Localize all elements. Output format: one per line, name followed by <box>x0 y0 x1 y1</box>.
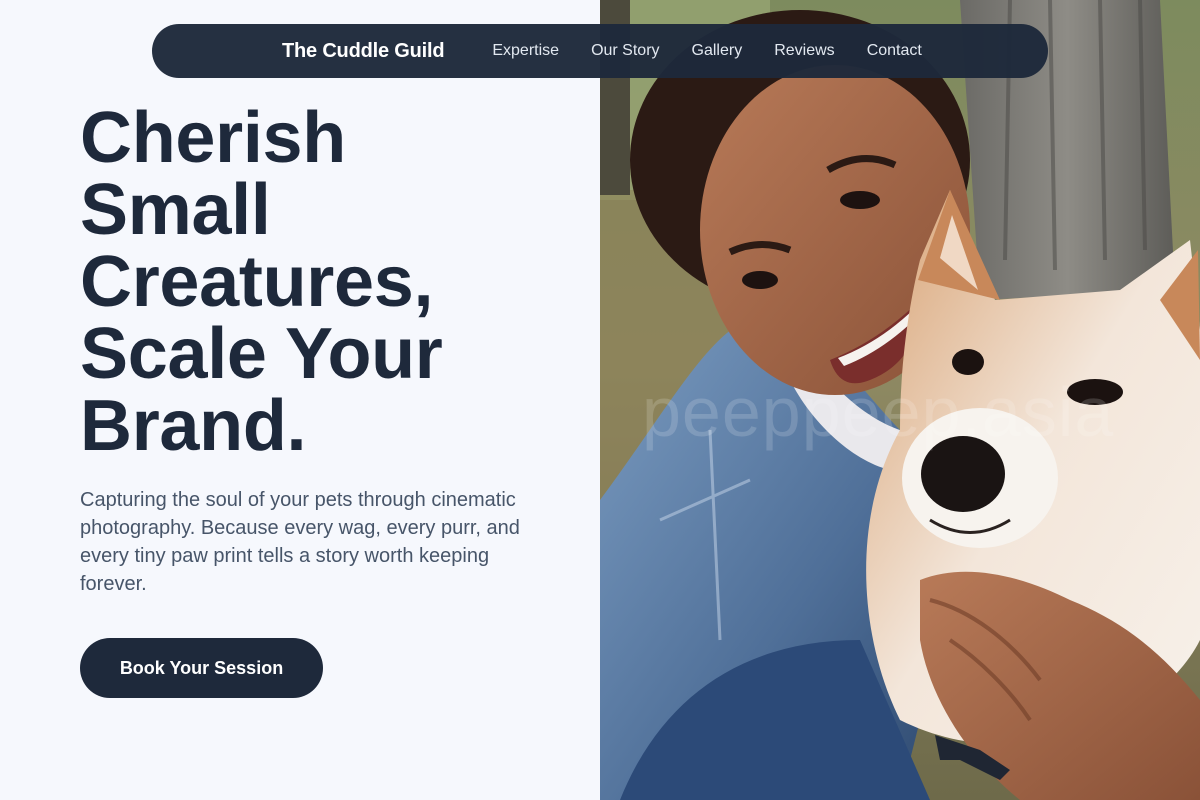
nav-link-expertise[interactable]: Expertise <box>492 42 559 60</box>
nav-link-reviews[interactable]: Reviews <box>774 42 834 60</box>
hero-subtitle: Capturing the soul of your pets through … <box>80 489 520 595</box>
hero-headline: Cherish Small Creatures, Scale Your Bran… <box>80 102 580 462</box>
book-session-button[interactable]: Book Your Session <box>80 638 323 698</box>
headline-line-3: Creatures, <box>80 242 434 322</box>
headline-line-1: Cherish <box>80 98 346 178</box>
nav-link-our-story[interactable]: Our Story <box>591 42 659 60</box>
hero-photo: peeppeep.asia <box>600 0 1200 800</box>
photo-watermark: peeppeep.asia <box>642 373 1115 451</box>
headline-line-4: Scale Your <box>80 314 443 394</box>
headline-line-5: Brand. <box>80 386 307 466</box>
top-navigation: The Cuddle Guild Expertise Our Story Gal… <box>152 24 1048 78</box>
headline-line-2: Small <box>80 170 271 250</box>
nav-link-gallery[interactable]: Gallery <box>692 42 743 60</box>
nav-link-contact[interactable]: Contact <box>867 42 922 60</box>
nav-links: Expertise Our Story Gallery Reviews Cont… <box>492 42 921 60</box>
brand-logo-text[interactable]: The Cuddle Guild <box>282 40 445 63</box>
